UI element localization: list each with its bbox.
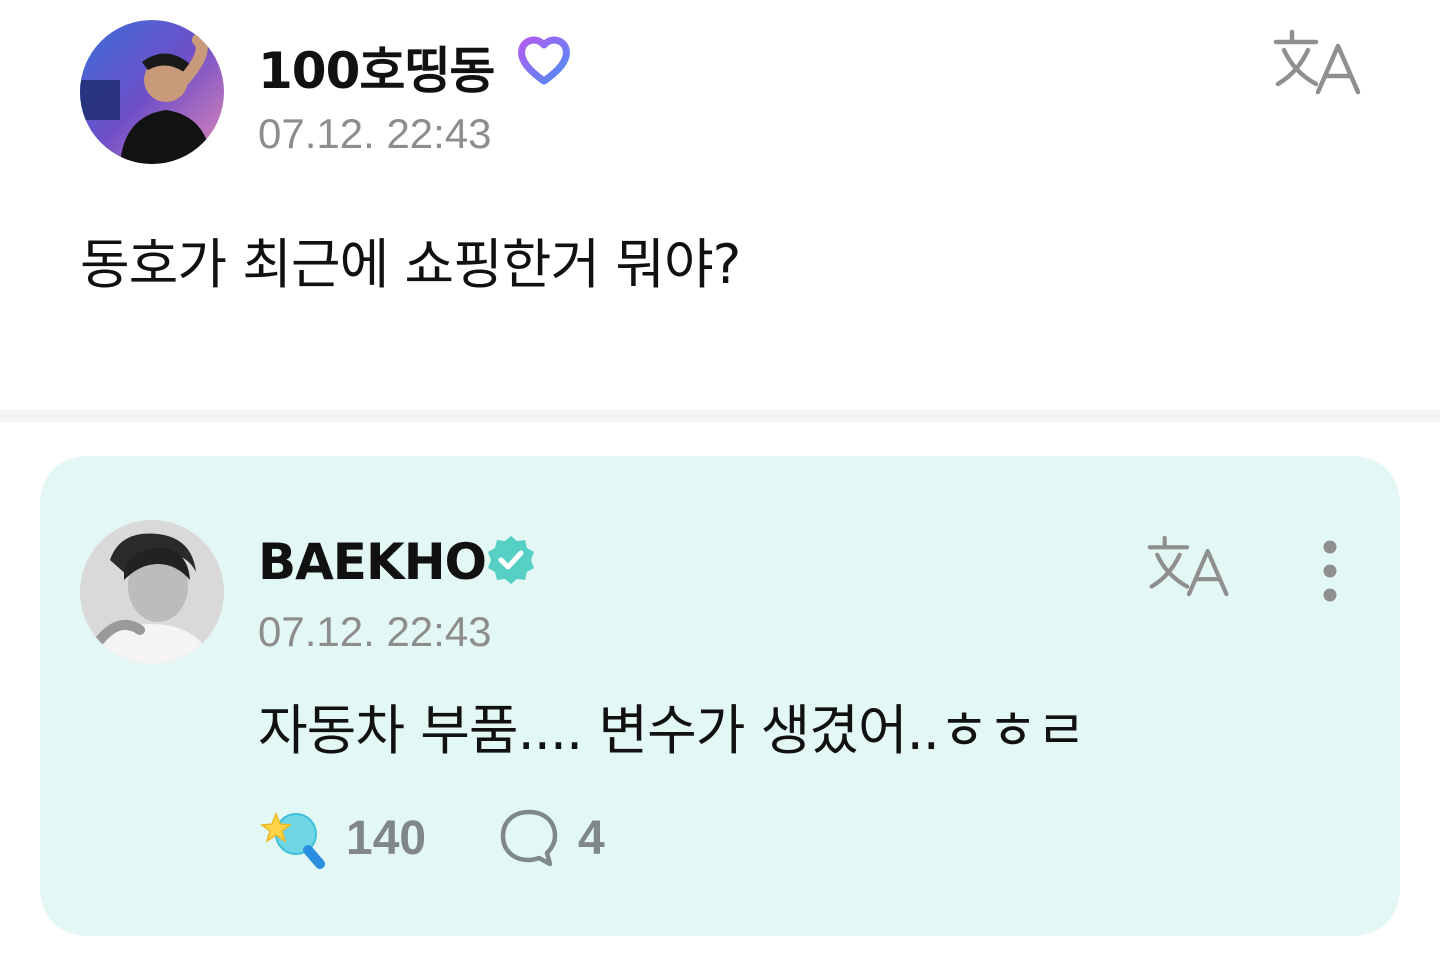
comment-bubble-icon: [500, 809, 558, 867]
like-button[interactable]: 140: [258, 806, 426, 870]
post-body-text: 동호가 최근에 쇼핑한거 뭐야?: [80, 233, 741, 296]
comment-button[interactable]: 4: [498, 806, 605, 870]
comment-count: 4: [578, 811, 605, 865]
reply-body-text: 자동차 부품.... 변수가 생겼어..ㅎㅎㄹ: [258, 699, 1086, 762]
more-vertical-icon[interactable]: [1314, 538, 1346, 604]
translate-icon[interactable]: [1146, 532, 1232, 600]
post-timestamp: 07.12. 22:43: [258, 110, 492, 157]
reply-timestamp: 07.12. 22:43: [258, 608, 492, 655]
verified-check-icon: [484, 533, 538, 587]
reply-author-name[interactable]: BAEKHO: [258, 533, 487, 591]
reply-author-avatar[interactable]: [80, 520, 224, 664]
membership-heart-icon: [516, 33, 572, 87]
post-author-name[interactable]: 100호띵동: [258, 31, 495, 103]
section-divider: [0, 410, 1440, 422]
star-wand-icon: [260, 811, 325, 869]
translate-icon[interactable]: [1272, 26, 1364, 98]
like-count: 140: [346, 811, 427, 865]
post-detail-page: 100호띵동 07.12. 22:43 동호가 최근에 쇼핑한거 뭐야? BAE…: [0, 0, 1440, 961]
post-author-avatar[interactable]: [80, 20, 224, 164]
